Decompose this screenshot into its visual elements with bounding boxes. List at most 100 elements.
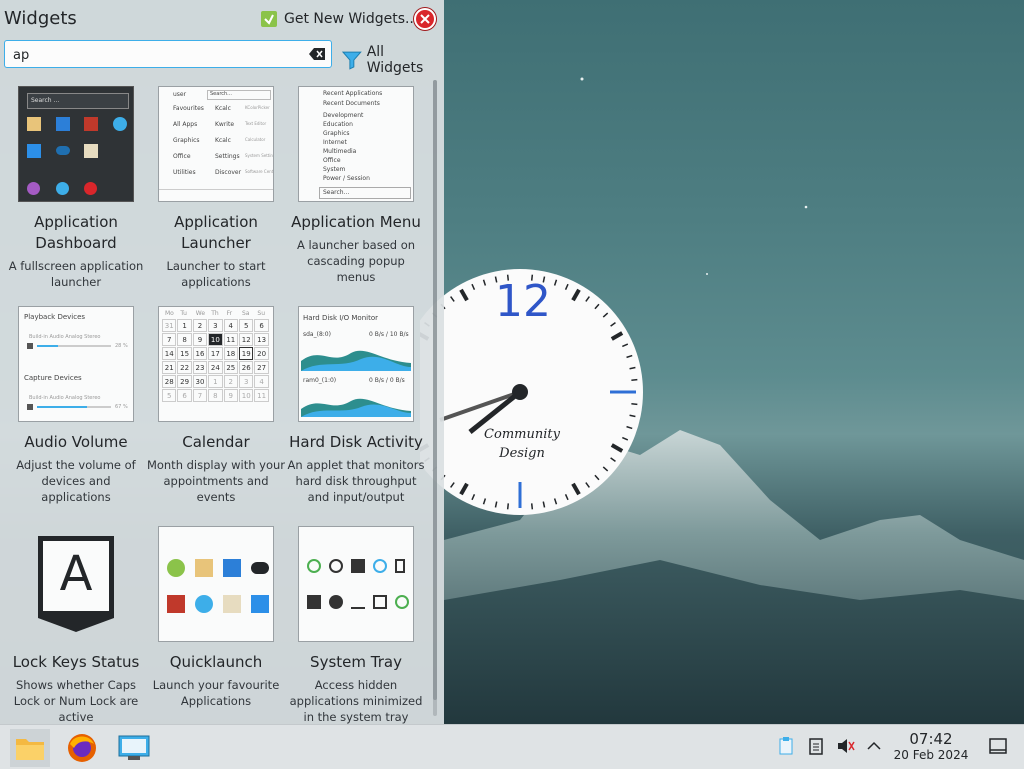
- taskbar-clock[interactable]: 07:42 20 Feb 2024: [888, 730, 974, 763]
- widget-tile-lock-keys-status[interactable]: A Lock Keys Status Shows whether Caps Lo…: [6, 526, 146, 725]
- widget-tile-application-dashboard[interactable]: Search ... Application Dashboard A fulls…: [6, 86, 146, 290]
- calendar-day: 23: [192, 361, 208, 374]
- disk-monitor-title: Hard Disk I/O Monitor: [303, 314, 379, 322]
- store-icon: [223, 559, 241, 577]
- menu-item: Power / Session: [323, 175, 370, 182]
- widget-description: A fullscreen application launcher: [8, 259, 144, 289]
- microphone-icon: [27, 404, 33, 410]
- launcher-footer: [159, 189, 273, 190]
- widget-name: Hard Disk Activity: [289, 433, 423, 451]
- launcher-app: Kcalc: [215, 137, 231, 144]
- show-desktop-icon: [989, 738, 1007, 754]
- chat-icon: [251, 595, 269, 613]
- show-desktop-button[interactable]: [988, 736, 1008, 756]
- menu-item: Recent Applications: [323, 90, 383, 97]
- launcher-app-subtitle: Text Editor: [245, 121, 267, 126]
- tray-clipboard[interactable]: [776, 736, 796, 756]
- calendar-day: 26: [239, 361, 254, 374]
- printer-icon: [351, 559, 365, 573]
- widget-preview: Mo Tu We Th Fr Sa Su 31 1 2 3 4 5 6 7 8 9 10 11 12 13 14 15 16 1…: [158, 306, 274, 422]
- playback-slider: [37, 345, 111, 347]
- menu-search-preview: Search...: [319, 187, 411, 199]
- widget-tile-quicklaunch[interactable]: Quicklaunch Launch your favourite Applic…: [146, 526, 286, 709]
- calendar-day: 16: [192, 347, 208, 360]
- widget-name: Audio Volume: [24, 433, 128, 451]
- widget-tile-application-menu[interactable]: Recent Applications Recent Documents Devel…: [286, 86, 426, 285]
- search-field[interactable]: [4, 40, 332, 68]
- menu-item: Graphics: [323, 130, 350, 137]
- close-panel-button[interactable]: [414, 8, 436, 30]
- calendar-day: 3: [239, 375, 254, 388]
- widget-tile-calendar[interactable]: Mo Tu We Th Fr Sa Su 31 1 2 3 4 5 6 7 8 9 10 11 12 13 14 15 16 1…: [146, 306, 286, 505]
- tray-notes[interactable]: [806, 736, 826, 756]
- calendar-day: 25: [223, 361, 238, 374]
- capture-slider: [37, 406, 111, 408]
- notes-icon: [809, 738, 823, 755]
- scrollbar-thumb[interactable]: [433, 80, 437, 700]
- calendar-day: 10: [239, 389, 254, 402]
- widget-name: Application Launcher: [174, 213, 258, 252]
- clear-search-icon[interactable]: [309, 48, 325, 60]
- clock-twelve-label: 12: [495, 276, 551, 327]
- calendar-day: 6: [177, 389, 192, 402]
- tray-expander[interactable]: [864, 736, 884, 756]
- volume-muted-icon: [838, 739, 855, 753]
- calendar-day: 24: [208, 361, 223, 374]
- clock-brand-line2: Design: [499, 446, 545, 461]
- shield-icon: [395, 595, 409, 609]
- calendar-day: 4: [223, 319, 238, 332]
- calendar-day: 12: [239, 333, 254, 346]
- calendar-weekday: We: [195, 310, 206, 317]
- folder-icon: [195, 559, 213, 577]
- chat-icon: [27, 144, 41, 158]
- disk-rate-1: 0 B/s / 10 B/s: [369, 331, 409, 338]
- get-new-widgets-button[interactable]: Get New Widgets...: [260, 8, 418, 30]
- widget-description: Adjust the volume of devices and applica…: [16, 458, 136, 504]
- logout-icon: [27, 182, 40, 195]
- user-icon: [307, 559, 321, 573]
- download-icon: [167, 559, 185, 577]
- taskbar-system-settings[interactable]: [114, 729, 154, 767]
- widget-tile-hard-disk-activity[interactable]: Hard Disk I/O Monitor sda_(8:0) 0 B/s / …: [286, 306, 426, 505]
- calendar-day: 3: [208, 319, 223, 332]
- search-input[interactable]: [11, 45, 295, 65]
- restart-icon: [56, 182, 69, 195]
- calendar-day: 30: [192, 375, 208, 388]
- widget-tile-application-launcher[interactable]: user Search... Favourites All Apps Graphic…: [146, 86, 286, 290]
- launcher-category: All Apps: [173, 121, 198, 128]
- get-new-widgets-label: Get New Widgets...: [284, 11, 419, 27]
- clock-brand-label: Community Design: [480, 425, 564, 463]
- widget-preview: [158, 526, 274, 642]
- calendar-weekday: Sa: [242, 310, 250, 317]
- calendar-day: 18: [223, 347, 238, 360]
- widget-preview: Hard Disk I/O Monitor sda_(8:0) 0 B/s / …: [298, 306, 414, 422]
- search-icon: [373, 595, 387, 609]
- tray-volume-muted[interactable]: [836, 736, 856, 756]
- clock-time: 07:42: [909, 730, 953, 748]
- calendar-day: 22: [177, 361, 192, 374]
- clock-tick: [506, 503, 510, 510]
- widget-tile-system-tray[interactable]: System Tray Access hidden applications m…: [286, 526, 426, 725]
- disk-rate-2: 0 B/s / 0 B/s: [369, 377, 405, 384]
- calendar-day: 14: [162, 347, 177, 360]
- battery-icon: [395, 559, 405, 573]
- taskbar-firefox[interactable]: [62, 729, 102, 767]
- update-icon: [373, 559, 387, 573]
- clock-brand-line1: Community: [484, 427, 560, 442]
- widget-tile-audio-volume[interactable]: Playback Devices Build-in Audio Analog S…: [6, 306, 146, 505]
- calendar-day: 20: [254, 347, 269, 360]
- menu-item: Office: [323, 157, 341, 164]
- toggle-icon: [56, 146, 70, 155]
- settings-icon: [113, 117, 127, 131]
- volume-icon: [307, 595, 321, 609]
- playback-percent: 28 %: [115, 343, 128, 349]
- calendar-weekday: Mo: [165, 310, 174, 317]
- launcher-app-subtitle: Software Center: [245, 169, 274, 174]
- scrollbar[interactable]: [433, 80, 437, 716]
- launcher-app: Discover: [215, 169, 242, 176]
- widget-filter-button[interactable]: All Widgets: [342, 44, 444, 76]
- launcher-app: Settings: [215, 153, 240, 160]
- widget-name: Calendar: [182, 433, 250, 451]
- calendar-day: 2: [192, 319, 208, 332]
- taskbar-file-manager[interactable]: [10, 729, 50, 767]
